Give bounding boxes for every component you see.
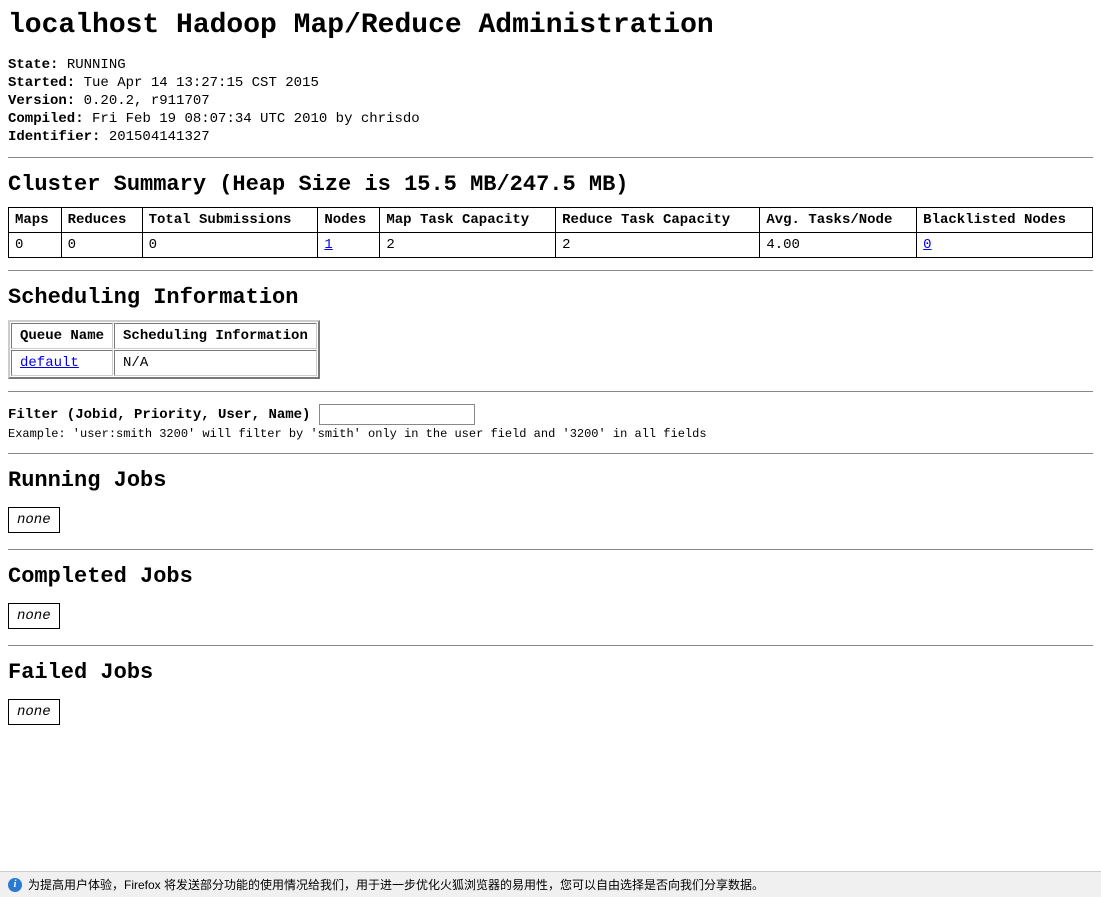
col-map-task-capacity: Map Task Capacity bbox=[380, 208, 556, 233]
identifier-line: Identifier: 201504141327 bbox=[8, 129, 1093, 145]
state-label: State: bbox=[8, 57, 58, 73]
cell-nodes: 1 bbox=[318, 233, 380, 258]
cell-avg-tasks-node: 4.00 bbox=[760, 233, 917, 258]
completed-jobs-none: none bbox=[8, 603, 60, 629]
divider bbox=[8, 391, 1093, 392]
filter-row: Filter (Jobid, Priority, User, Name) bbox=[8, 404, 1093, 425]
cell-maps: 0 bbox=[9, 233, 62, 258]
scheduling-heading: Scheduling Information bbox=[8, 285, 1093, 310]
identifier-value: 201504141327 bbox=[109, 129, 210, 145]
filter-label: Filter (Jobid, Priority, User, Name) bbox=[8, 407, 310, 423]
notification-text: 为提高用户体验，Firefox 将发送部分功能的使用情况给我们，用于进一步优化火… bbox=[28, 876, 764, 893]
version-line: Version: 0.20.2, r911707 bbox=[8, 93, 1093, 109]
queue-default-link[interactable]: default bbox=[20, 355, 79, 371]
failed-jobs-heading: Failed Jobs bbox=[8, 660, 1093, 685]
filter-example: Example: 'user:smith 3200' will filter b… bbox=[8, 427, 1093, 441]
state-line: State: RUNNING bbox=[8, 57, 1093, 73]
divider bbox=[8, 549, 1093, 550]
cell-reduces: 0 bbox=[61, 233, 142, 258]
col-scheduling-info: Scheduling Information bbox=[114, 323, 317, 349]
cluster-summary-heading: Cluster Summary (Heap Size is 15.5 MB/24… bbox=[8, 172, 1093, 197]
info-icon: i bbox=[8, 878, 22, 892]
cell-reduce-task-capacity: 2 bbox=[556, 233, 760, 258]
page-title: localhost Hadoop Map/Reduce Administrati… bbox=[8, 10, 1093, 41]
col-reduce-task-capacity: Reduce Task Capacity bbox=[556, 208, 760, 233]
started-label: Started: bbox=[8, 75, 75, 91]
cell-total-submissions: 0 bbox=[142, 233, 318, 258]
cell-queue-name: default bbox=[11, 350, 113, 376]
cell-scheduling-info: N/A bbox=[114, 350, 317, 376]
completed-jobs-heading: Completed Jobs bbox=[8, 564, 1093, 589]
table-row: default N/A bbox=[11, 350, 317, 376]
cluster-summary-table: Maps Reduces Total Submissions Nodes Map… bbox=[8, 207, 1093, 258]
cell-map-task-capacity: 2 bbox=[380, 233, 556, 258]
started-value: Tue Apr 14 13:27:15 CST 2015 bbox=[84, 75, 319, 91]
col-queue-name: Queue Name bbox=[11, 323, 113, 349]
version-label: Version: bbox=[8, 93, 75, 109]
filter-input[interactable] bbox=[319, 404, 475, 425]
cell-blacklisted-nodes: 0 bbox=[917, 233, 1093, 258]
table-header-row: Maps Reduces Total Submissions Nodes Map… bbox=[9, 208, 1093, 233]
running-jobs-heading: Running Jobs bbox=[8, 468, 1093, 493]
failed-jobs-none: none bbox=[8, 699, 60, 725]
nodes-link[interactable]: 1 bbox=[324, 237, 332, 253]
col-avg-tasks-node: Avg. Tasks/Node bbox=[760, 208, 917, 233]
divider bbox=[8, 270, 1093, 271]
firefox-notification-bar: i 为提高用户体验，Firefox 将发送部分功能的使用情况给我们，用于进一步优… bbox=[0, 871, 1101, 897]
divider bbox=[8, 645, 1093, 646]
scheduling-table: Queue Name Scheduling Information defaul… bbox=[8, 320, 320, 379]
col-maps: Maps bbox=[9, 208, 62, 233]
table-header-row: Queue Name Scheduling Information bbox=[11, 323, 317, 349]
compiled-value: Fri Feb 19 08:07:34 UTC 2010 by chrisdo bbox=[92, 111, 420, 127]
col-total-submissions: Total Submissions bbox=[142, 208, 318, 233]
state-value: RUNNING bbox=[67, 57, 126, 73]
divider bbox=[8, 157, 1093, 158]
compiled-line: Compiled: Fri Feb 19 08:07:34 UTC 2010 b… bbox=[8, 111, 1093, 127]
blacklisted-nodes-link[interactable]: 0 bbox=[923, 237, 931, 253]
running-jobs-none: none bbox=[8, 507, 60, 533]
version-value: 0.20.2, r911707 bbox=[84, 93, 210, 109]
col-nodes: Nodes bbox=[318, 208, 380, 233]
identifier-label: Identifier: bbox=[8, 129, 100, 145]
col-blacklisted-nodes: Blacklisted Nodes bbox=[917, 208, 1093, 233]
compiled-label: Compiled: bbox=[8, 111, 84, 127]
divider bbox=[8, 453, 1093, 454]
started-line: Started: Tue Apr 14 13:27:15 CST 2015 bbox=[8, 75, 1093, 91]
col-reduces: Reduces bbox=[61, 208, 142, 233]
table-row: 0 0 0 1 2 2 4.00 0 bbox=[9, 233, 1093, 258]
